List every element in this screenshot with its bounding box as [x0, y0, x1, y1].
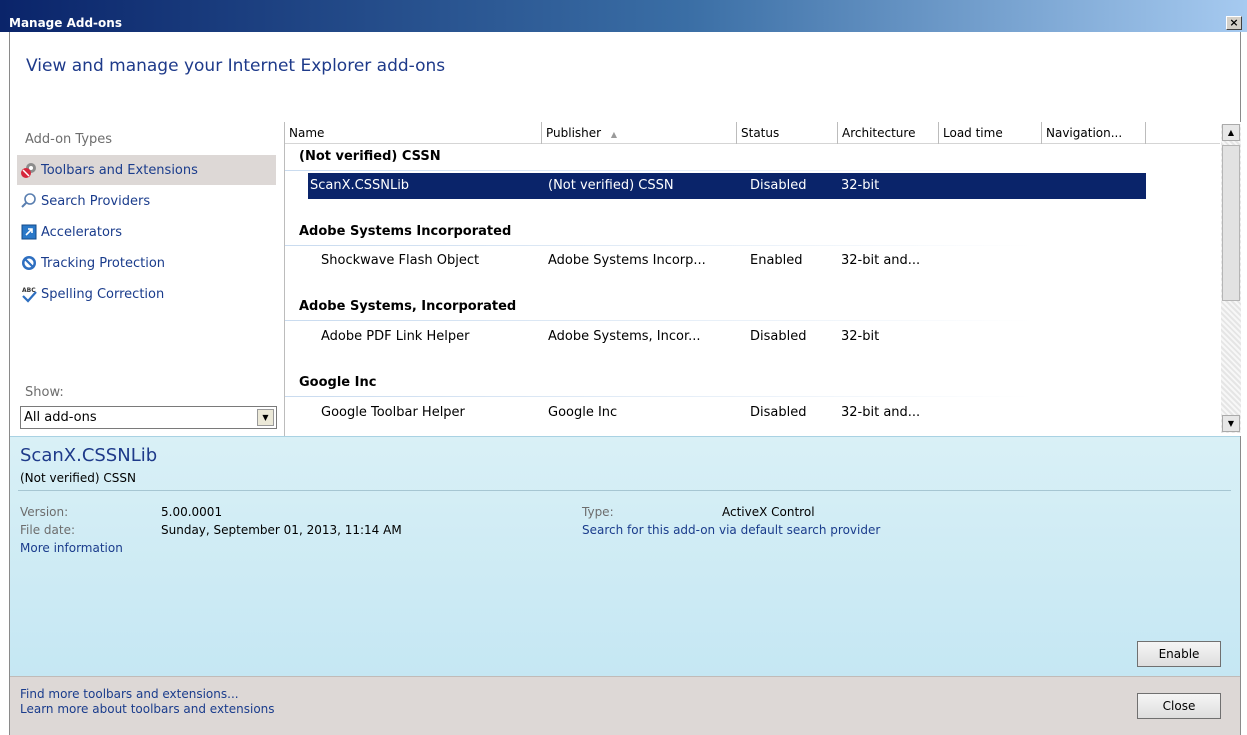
cell-name: Google Toolbar Helper: [321, 405, 465, 420]
cell-publisher: Adobe Systems, Incor...: [548, 329, 701, 344]
addon-types-pane: Add-on Types Toolbars and Extensions Sea…: [17, 124, 283, 434]
details-addon-name: ScanX.CSSNLib: [20, 445, 158, 466]
show-dropdown[interactable]: All add-ons ▼: [20, 406, 277, 429]
sidebar-item-accelerators[interactable]: Accelerators: [17, 217, 276, 247]
sidebar-item-label: Search Providers: [41, 193, 151, 209]
more-information-link[interactable]: More information: [20, 541, 123, 555]
group-header: Adobe Systems, Incorporated: [299, 299, 517, 314]
group-header: Google Inc: [299, 375, 377, 390]
sidebar-item-label: Accelerators: [41, 224, 123, 240]
type-label: Type:: [582, 505, 614, 519]
cell-publisher: Google Inc: [548, 405, 618, 420]
file-date-value: Sunday, September 01, 2013, 11:14 AM: [161, 523, 402, 537]
group-divider: [285, 170, 1220, 171]
table-row[interactable]: ScanX.CSSNLib (Not verified) CSSN Disabl…: [308, 173, 1146, 199]
addons-list: Name Publisher ▲ Status Architecture Loa…: [284, 122, 1241, 436]
group-divider: [285, 396, 1220, 397]
cell-status: Disabled: [750, 178, 807, 193]
type-value: ActiveX Control: [722, 505, 815, 519]
addon-types-heading: Add-on Types: [25, 132, 113, 147]
sidebar-item-label: Spelling Correction: [41, 286, 165, 302]
table-row[interactable]: Google Toolbar Helper Google Inc Disable…: [285, 400, 1220, 426]
close-button[interactable]: Close: [1137, 693, 1221, 719]
scroll-down-icon[interactable]: ▼: [1222, 415, 1240, 432]
cell-name: Shockwave Flash Object: [321, 253, 480, 268]
column-name[interactable]: Name: [285, 122, 542, 144]
learn-more-link[interactable]: Learn more about toolbars and extensions: [20, 702, 275, 716]
group-header: Adobe Systems Incorporated: [299, 224, 512, 239]
cell-name: Adobe PDF Link Helper: [321, 329, 470, 344]
column-publisher[interactable]: Publisher ▲: [542, 122, 737, 144]
cell-name: ScanX.CSSNLib: [310, 178, 410, 193]
show-dropdown-value: All add-ons: [24, 410, 97, 425]
no-entry-icon: [20, 254, 38, 272]
sidebar-item-spelling-correction[interactable]: ABC Spelling Correction: [17, 279, 276, 309]
cell-publisher: Adobe Systems Incorp...: [548, 253, 706, 268]
cell-architecture: 32-bit: [841, 178, 880, 193]
cell-status: Enabled: [750, 253, 803, 268]
version-label: Version:: [20, 505, 69, 519]
chevron-down-icon[interactable]: ▼: [257, 409, 274, 426]
page-title: View and manage your Internet Explorer a…: [26, 56, 446, 76]
gear-puzzle-icon: [20, 161, 38, 179]
enable-button[interactable]: Enable: [1137, 641, 1221, 667]
magnifier-icon: [20, 192, 38, 210]
abc-check-icon: ABC: [20, 285, 38, 303]
sort-ascending-icon: ▲: [610, 130, 618, 139]
group-divider: [285, 320, 1220, 321]
file-date-label: File date:: [20, 523, 75, 537]
cell-publisher: (Not verified) CSSN: [548, 178, 674, 193]
table-row[interactable]: Shockwave Flash Object Adobe Systems Inc…: [285, 248, 1220, 274]
version-value: 5.00.0001: [161, 505, 223, 519]
scrollbar-thumb[interactable]: [1222, 145, 1240, 301]
sidebar-item-label: Toolbars and Extensions: [41, 162, 198, 178]
sidebar-item-tracking-protection[interactable]: Tracking Protection: [17, 248, 276, 278]
accelerator-icon: [20, 223, 38, 241]
footer: Find more toolbars and extensions... Lea…: [10, 676, 1240, 735]
details-publisher: (Not verified) CSSN: [20, 471, 136, 485]
column-architecture[interactable]: Architecture: [838, 122, 939, 144]
cell-architecture: 32-bit: [841, 329, 880, 344]
show-label: Show:: [25, 385, 64, 400]
table-row[interactable]: Adobe PDF Link Helper Adobe Systems, Inc…: [285, 324, 1220, 350]
find-more-link[interactable]: Find more toolbars and extensions...: [20, 687, 239, 701]
window-title: Manage Add-ons: [9, 16, 122, 30]
details-divider: [18, 490, 1231, 491]
group-header: (Not verified) CSSN: [299, 149, 441, 164]
column-navigation[interactable]: Navigation...: [1042, 122, 1146, 144]
vertical-scrollbar[interactable]: ▲ ▼: [1221, 124, 1241, 433]
column-header-row: Name Publisher ▲ Status Architecture Loa…: [285, 122, 1220, 144]
cell-architecture: 32-bit and...: [841, 253, 921, 268]
column-load-time[interactable]: Load time: [939, 122, 1042, 144]
cell-status: Disabled: [750, 405, 807, 420]
search-addon-link[interactable]: Search for this add-on via default searc…: [582, 523, 880, 537]
sidebar-item-search-providers[interactable]: Search Providers: [17, 186, 276, 216]
cell-status: Disabled: [750, 329, 807, 344]
window-close-button[interactable]: ×: [1226, 16, 1242, 30]
scroll-up-icon[interactable]: ▲: [1222, 124, 1240, 141]
sidebar-item-label: Tracking Protection: [41, 255, 166, 271]
dialog-body: View and manage your Internet Explorer a…: [9, 32, 1241, 735]
sidebar-item-toolbars[interactable]: Toolbars and Extensions: [17, 155, 276, 185]
cell-architecture: 32-bit and...: [841, 405, 921, 420]
title-bar: Manage Add-ons ×: [0, 0, 1247, 32]
group-divider: [285, 245, 1220, 246]
details-pane: ScanX.CSSNLib (Not verified) CSSN Versio…: [10, 436, 1240, 676]
column-status[interactable]: Status: [737, 122, 838, 144]
